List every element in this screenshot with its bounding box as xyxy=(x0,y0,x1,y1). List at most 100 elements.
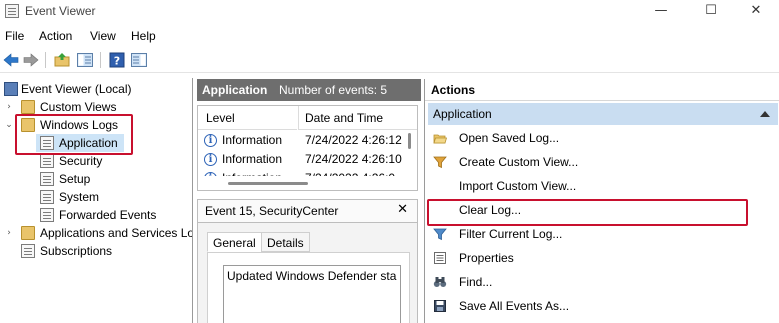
event-datetime: 7/24/2022 4:26:10 xyxy=(305,152,402,166)
log-pane-title: Application xyxy=(202,83,268,97)
filter-icon xyxy=(433,155,447,169)
show-hide-action-pane-icon[interactable] xyxy=(130,51,148,69)
action-label: Find... xyxy=(459,275,493,289)
tree-item-label: Event Viewer (Local) xyxy=(21,82,132,96)
tree-item-system[interactable]: System xyxy=(36,188,192,206)
tree-item-label: Security xyxy=(59,154,103,168)
general-tab-panel: Updated Windows Defender sta xyxy=(207,252,410,323)
tree-item-forwarded-events[interactable]: Forwarded Events xyxy=(36,206,192,224)
open-folder-icon xyxy=(433,131,448,145)
close-detail-icon[interactable]: ✕ xyxy=(397,202,408,217)
expand-chevron-icon[interactable]: › xyxy=(4,224,14,242)
log-icon xyxy=(40,136,54,150)
scrollbar-thumb[interactable] xyxy=(228,182,308,185)
information-icon: i xyxy=(204,153,217,166)
event-description-box[interactable]: Updated Windows Defender sta xyxy=(223,265,401,323)
action-label: Import Custom View... xyxy=(459,179,577,193)
forward-arrow-icon[interactable] xyxy=(22,51,40,69)
action-label: Open Saved Log... xyxy=(459,131,560,145)
action-label: Create Custom View... xyxy=(459,155,579,169)
events-vertical-scrollbar[interactable] xyxy=(403,130,417,176)
table-row[interactable]: i Information 7/24/2022 4:26:10 xyxy=(198,150,403,169)
actions-title-bar: Actions xyxy=(425,79,779,101)
tree-item-label: Forwarded Events xyxy=(59,208,157,222)
log-icon xyxy=(40,208,54,222)
save-icon xyxy=(433,299,447,313)
menu-view[interactable]: View xyxy=(90,29,116,43)
event-detail-body: General Details Updated Windows Defender… xyxy=(197,223,418,323)
action-import-custom-view[interactable]: Import Custom View... xyxy=(428,175,778,197)
tree-item-security[interactable]: Security xyxy=(36,152,192,170)
title-bar: Event Viewer — ☐ ✕ xyxy=(0,0,779,22)
action-create-custom-view[interactable]: Create Custom View... xyxy=(428,151,778,173)
event-count: Number of events: 5 xyxy=(279,83,388,97)
event-level: Information xyxy=(222,133,283,147)
folder-up-icon[interactable] xyxy=(53,51,71,69)
log-icon xyxy=(40,154,54,168)
toolbar-separator xyxy=(100,52,101,68)
binoculars-icon xyxy=(433,275,447,289)
menu-help[interactable]: Help xyxy=(131,29,156,43)
tree-item-label: Windows Logs xyxy=(40,118,119,132)
tree-item-event-viewer-local[interactable]: Event Viewer (Local) xyxy=(0,80,192,98)
tree-item-label: System xyxy=(59,190,100,204)
expand-chevron-icon[interactable]: › xyxy=(4,98,14,116)
tree-item-custom-views[interactable]: › Custom Views xyxy=(0,98,192,116)
tree-item-applications-and-services-logs[interactable]: › Applications and Services Lo xyxy=(0,224,192,242)
tab-general[interactable]: General xyxy=(207,232,262,252)
menu-file[interactable]: File xyxy=(5,29,24,43)
events-table: Level Date and Time i Information 7/24/2… xyxy=(197,105,418,191)
show-hide-tree-icon[interactable] xyxy=(76,51,94,69)
information-icon: i xyxy=(204,134,217,147)
action-save-all-events-as[interactable]: Save All Events As... xyxy=(428,295,778,317)
event-viewer-app-icon xyxy=(5,4,19,18)
events-horizontal-scrollbar[interactable] xyxy=(198,176,404,190)
log-pane-header: Application Number of events: 5 xyxy=(197,79,421,101)
action-properties[interactable]: Properties xyxy=(428,247,778,269)
action-label: Filter Current Log... xyxy=(459,227,563,241)
folder-icon xyxy=(21,100,35,114)
tree-item-application[interactable]: Application xyxy=(36,134,124,152)
maximize-button[interactable]: ☐ xyxy=(696,2,726,20)
tree-item-label: Applications and Services Lo xyxy=(40,226,193,240)
action-clear-log[interactable]: Clear Log... xyxy=(428,199,778,221)
close-window-button[interactable]: ✕ xyxy=(741,2,771,20)
action-open-saved-log[interactable]: Open Saved Log... xyxy=(428,127,778,149)
folder-icon xyxy=(21,118,35,132)
filter-icon xyxy=(433,227,447,241)
actions-section-application[interactable]: Application xyxy=(428,103,778,125)
tree-item-subscriptions[interactable]: Subscriptions xyxy=(0,242,192,260)
minimize-button[interactable]: — xyxy=(646,2,676,20)
menu-bar: File Action View Help xyxy=(0,26,779,46)
help-icon[interactable]: ? xyxy=(108,51,126,69)
action-label: Save All Events As... xyxy=(459,299,570,313)
menu-action[interactable]: Action xyxy=(39,29,72,43)
back-arrow-icon[interactable] xyxy=(2,51,20,69)
column-header-level[interactable]: Level xyxy=(198,106,297,130)
tree-item-setup[interactable]: Setup xyxy=(36,170,192,188)
svg-text:?: ? xyxy=(114,55,120,68)
action-label: Properties xyxy=(459,251,514,265)
scrollbar-thumb[interactable] xyxy=(408,133,411,149)
event-level: Information xyxy=(222,152,283,166)
collapse-up-arrow-icon[interactable] xyxy=(760,111,770,117)
action-filter-current-log[interactable]: Filter Current Log... xyxy=(428,223,778,245)
actions-pane: Actions Application Open Saved Log... Cr… xyxy=(424,79,779,323)
table-row[interactable]: i Information 7/24/2022 4:26:12 xyxy=(198,131,403,150)
tab-details[interactable]: Details xyxy=(261,232,310,252)
tree-item-label: Application xyxy=(59,136,118,150)
event-datetime: 7/24/2022 4:26:12 xyxy=(305,133,402,147)
properties-icon xyxy=(433,251,447,265)
log-icon xyxy=(40,190,54,204)
computer-icon xyxy=(4,82,18,96)
action-find[interactable]: Find... xyxy=(428,271,778,293)
event-detail-header: Event 15, SecurityCenter ✕ xyxy=(197,199,418,223)
window-title: Event Viewer xyxy=(25,4,96,18)
collapse-chevron-icon[interactable]: ⌄ xyxy=(4,116,14,134)
column-header-date-time[interactable]: Date and Time xyxy=(299,106,417,130)
log-icon xyxy=(40,172,54,186)
tree-item-windows-logs[interactable]: ⌄ Windows Logs xyxy=(0,116,192,134)
event-detail-title: Event 15, SecurityCenter xyxy=(205,204,339,218)
console-tree: Event Viewer (Local) › Custom Views ⌄ Wi… xyxy=(0,78,193,323)
toolbar-separator xyxy=(45,52,46,68)
